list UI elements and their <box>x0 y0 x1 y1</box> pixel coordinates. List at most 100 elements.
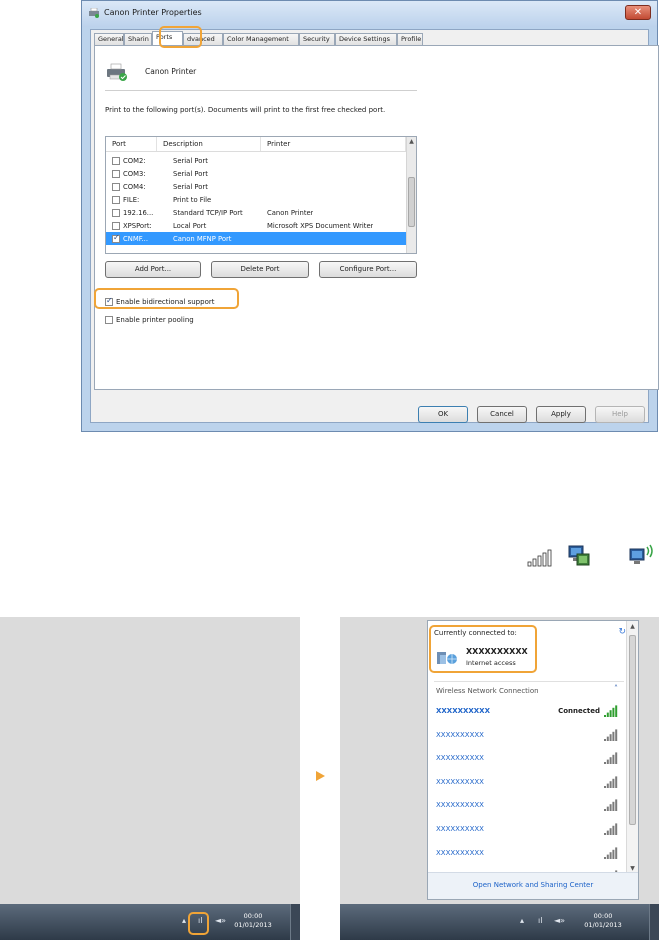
desktop-panel-left: ▴ ıl ◄» 00:00 01/01/2013 <box>0 617 300 940</box>
connected-network-name: XXXXXXXXXX <box>466 647 528 656</box>
signal-strength-icon <box>604 846 618 859</box>
dialog-title: Canon Printer Properties <box>104 8 202 17</box>
port-row[interactable]: 192.16... Standard TCP/IP Port Canon Print… <box>106 206 406 219</box>
port-list[interactable]: Port Description Printer COM2: Serial Por… <box>105 136 417 254</box>
dialog-client: General Sharin Ports dvanced Color Managemen… <box>90 29 659 423</box>
port-printer-cell: Microsoft XPS Document Writer <box>267 221 374 230</box>
collapse-chevron-icon[interactable]: ˄ <box>614 684 618 693</box>
show-hidden-icons-icon[interactable]: ▴ <box>520 916 524 925</box>
apply-button[interactable]: Apply <box>536 406 586 423</box>
port-description-cell: Serial Port <box>173 169 208 178</box>
scroll-down-icon[interactable]: ▼ <box>627 865 638 872</box>
flyout-scroll-thumb[interactable] <box>629 635 636 825</box>
scroll-thumb[interactable] <box>408 177 415 227</box>
port-port-cell: COM3: <box>123 169 146 178</box>
pooling-label: Enable printer pooling <box>116 316 194 324</box>
tab-ports[interactable]: Ports <box>152 31 183 46</box>
volume-icon[interactable]: ◄» <box>215 916 226 925</box>
network-row[interactable]: XXXXXXXXXX <box>428 748 626 772</box>
taskbar-right: ▴ ıl ◄» 00:00 01/01/2013 <box>340 904 659 940</box>
port-port-cell: 192.16... <box>123 208 154 217</box>
flyout-scrollbar[interactable]: ▲ ▼ <box>626 621 638 874</box>
port-list-scrollbar[interactable]: ▲ <box>406 137 416 253</box>
network-row[interactable]: XXXXXXXXXX <box>428 725 626 749</box>
network-status: Connected <box>558 707 600 715</box>
port-description-cell: Print to File <box>173 195 212 204</box>
port-port-cell: COM4: <box>123 182 146 191</box>
printer-small-icon <box>89 8 99 18</box>
port-row[interactable]: COM4: Serial Port <box>106 180 406 193</box>
port-checkbox[interactable] <box>112 221 120 230</box>
network-tray-icon[interactable]: ıl <box>538 916 542 925</box>
port-description-cell: Standard TCP/IP Port <box>173 208 243 217</box>
wireless-computer-icon <box>629 544 653 564</box>
network-name: XXXXXXXXXX <box>436 754 484 763</box>
signal-strength-icon <box>604 728 618 741</box>
scroll-up-icon[interactable]: ▲ <box>407 137 416 147</box>
port-list-header: Port Description Printer <box>106 137 406 152</box>
wireless-section-title: Wireless Network Connection <box>436 687 539 695</box>
port-checkbox[interactable] <box>112 195 120 204</box>
port-checkbox[interactable] <box>112 208 120 217</box>
bidirectional-checkbox[interactable] <box>105 296 113 306</box>
port-port-cell: CNMF... <box>123 234 148 243</box>
network-row[interactable]: XXXXXXXXXX Connected <box>428 701 626 725</box>
column-header-port[interactable]: Port <box>106 137 157 151</box>
taskbar-clock-right[interactable]: 00:00 01/01/2013 <box>578 912 628 930</box>
refresh-icon[interactable]: ↻ <box>618 627 626 637</box>
port-checkbox[interactable] <box>112 169 120 178</box>
port-description-cell: Canon MFNP Port <box>173 234 232 243</box>
port-description-cell: Serial Port <box>173 156 208 165</box>
pooling-option[interactable]: Enable printer pooling <box>105 316 194 324</box>
clock-date: 01/01/2013 <box>234 921 272 929</box>
delete-port-button[interactable]: Delete Port <box>211 261 309 278</box>
close-button[interactable]: ✕ <box>625 5 651 20</box>
port-row[interactable]: FILE: Print to File <box>106 193 406 206</box>
network-tray-icon[interactable]: ıl <box>198 916 202 925</box>
network-name: XXXXXXXXXX <box>436 824 484 833</box>
show-desktop-button[interactable] <box>290 904 300 940</box>
printer-icon <box>107 63 127 81</box>
port-printer-cell: Canon Printer <box>267 208 314 217</box>
network-flyout: Currently connected to: ↻ XXXXXXXXXX Int… <box>427 620 639 900</box>
signal-strength-icon <box>604 752 618 765</box>
bidirectional-option[interactable]: Enable bidirectional support <box>105 296 215 306</box>
flyout-separator <box>434 681 624 682</box>
show-hidden-icons-icon[interactable]: ▴ <box>182 916 186 925</box>
taskbar-clock-left[interactable]: 00:00 01/01/2013 <box>228 912 278 930</box>
column-header-description[interactable]: Description <box>157 137 261 151</box>
separator <box>105 90 417 91</box>
port-checkbox[interactable] <box>112 233 120 243</box>
port-checkbox[interactable] <box>112 156 120 165</box>
ports-tab-panel: Canon Printer Print to the following por… <box>94 45 659 390</box>
help-button[interactable]: Help <box>595 406 645 423</box>
bidirectional-label: Enable bidirectional support <box>116 298 215 306</box>
show-desktop-button[interactable] <box>649 904 659 940</box>
ok-button[interactable]: OK <box>418 406 468 423</box>
connected-network-icon <box>437 652 457 664</box>
column-header-printer[interactable]: Printer <box>261 137 406 151</box>
port-checkbox[interactable] <box>112 182 120 191</box>
configure-port-button[interactable]: Configure Port... <box>319 261 417 278</box>
volume-icon[interactable]: ◄» <box>554 916 565 925</box>
add-port-button[interactable]: Add Port... <box>105 261 201 278</box>
port-row[interactable]: XPSPort: Local Port Microsoft XPS Document… <box>106 219 406 232</box>
flyout-footer: Open Network and Sharing Center <box>428 872 638 899</box>
port-rows: COM2: Serial Port COM3: Serial Port COM4: Ser… <box>106 154 406 245</box>
open-network-center-link[interactable]: Open Network and Sharing Center <box>428 881 638 889</box>
port-description-cell: Local Port <box>173 221 207 230</box>
cancel-button[interactable]: Cancel <box>477 406 527 423</box>
signal-strength-icon <box>604 776 618 788</box>
network-row[interactable]: XXXXXXXXXX <box>428 843 626 867</box>
port-row[interactable]: COM2: Serial Port <box>106 154 406 167</box>
port-port-cell: COM2: <box>123 156 146 165</box>
port-row[interactable]: CNMF... Canon MFNP Port <box>106 232 406 245</box>
network-row[interactable]: XXXXXXXXXX <box>428 772 626 796</box>
network-name: XXXXXXXXXX <box>436 777 484 786</box>
network-row[interactable]: XXXXXXXXXX <box>428 795 626 819</box>
scroll-up-icon[interactable]: ▲ <box>627 623 638 630</box>
taskbar-left: ▴ ıl ◄» 00:00 01/01/2013 <box>0 904 300 940</box>
port-row[interactable]: COM3: Serial Port <box>106 167 406 180</box>
pooling-checkbox[interactable] <box>105 316 113 324</box>
network-row[interactable]: XXXXXXXXXX <box>428 819 626 843</box>
